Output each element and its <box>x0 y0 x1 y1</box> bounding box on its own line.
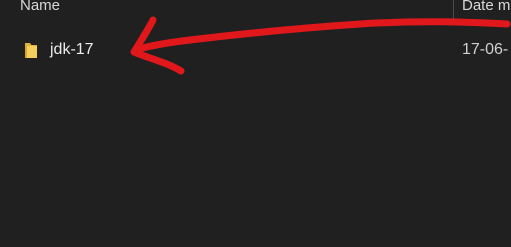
column-header-name[interactable]: Name <box>20 0 60 16</box>
column-divider[interactable] <box>453 0 454 20</box>
column-header-row: Name Date m <box>0 0 511 20</box>
file-row-jdk-17[interactable]: jdk-17 17-06- <box>0 36 511 64</box>
file-date-modified: 17-06- <box>462 41 509 58</box>
folder-icon <box>25 43 37 58</box>
file-name: jdk-17 <box>50 41 94 58</box>
file-explorer-list: Name Date m jdk-17 17-06- <box>0 0 511 247</box>
column-header-date-modified[interactable]: Date m <box>462 0 510 16</box>
